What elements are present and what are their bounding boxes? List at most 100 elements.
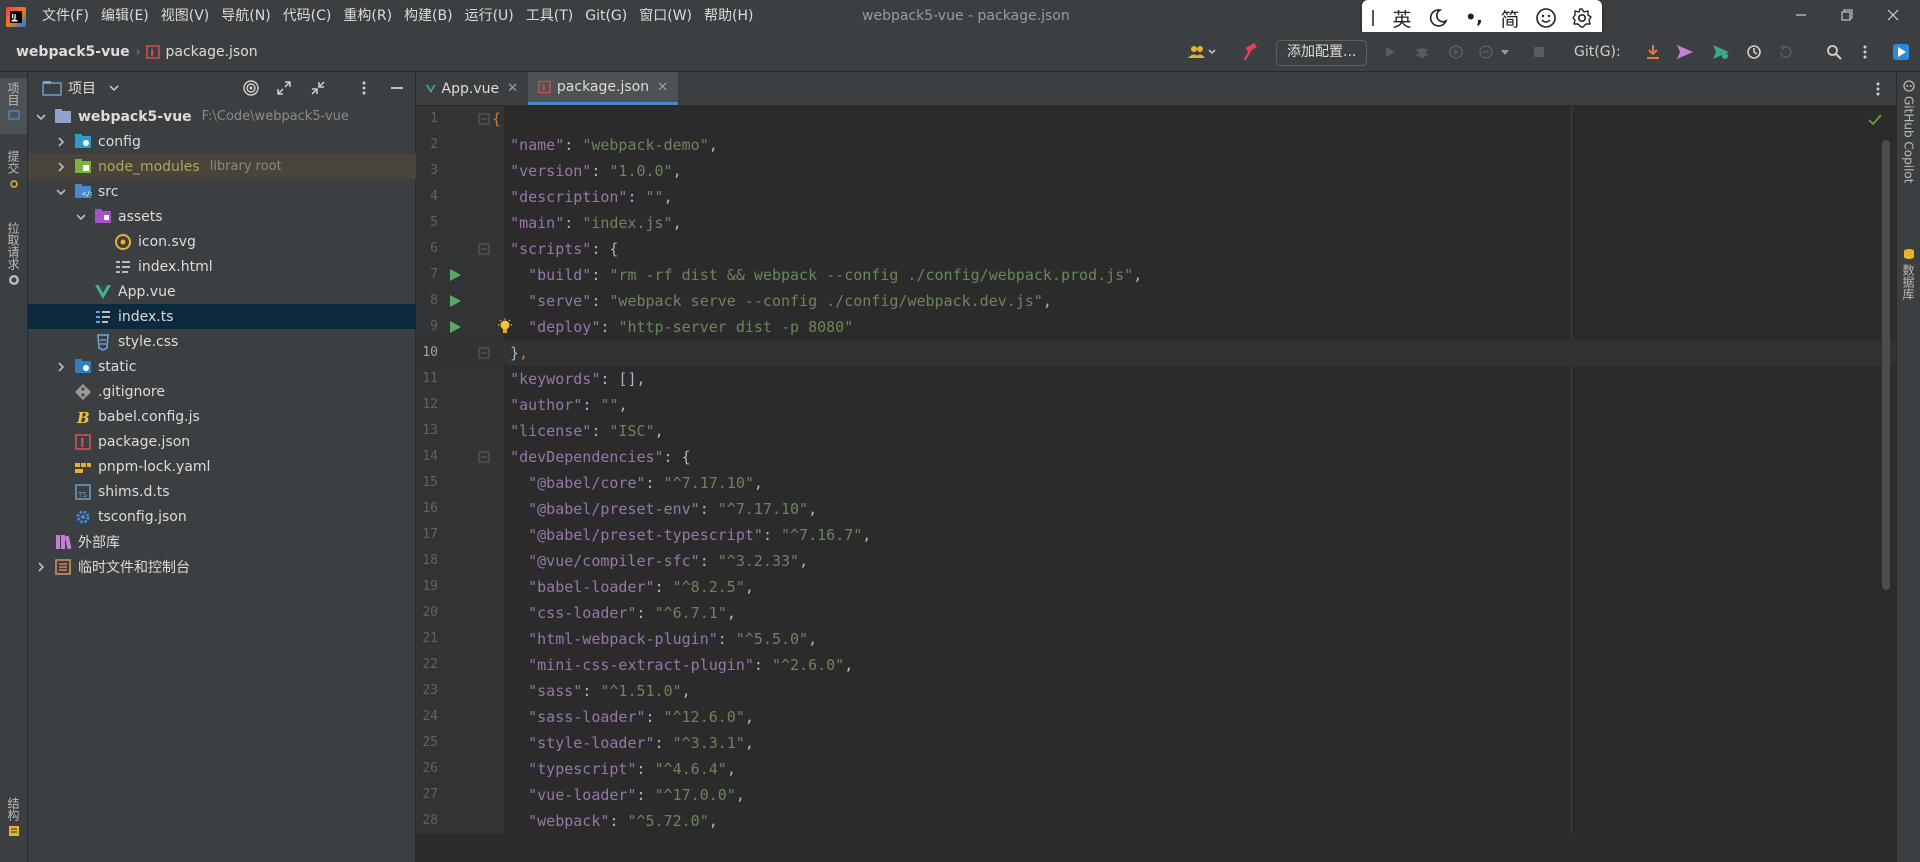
tree-item[interactable]: config	[28, 129, 441, 154]
menu-item[interactable]: 编辑(E)	[95, 0, 155, 32]
chevron-down-icon[interactable]	[108, 82, 120, 94]
code-line[interactable]: 3 "version": "1.0.0",	[416, 158, 1896, 184]
add-configuration-button[interactable]: 添加配置...	[1276, 40, 1368, 66]
tree-item[interactable]: style.css	[28, 329, 461, 354]
code-line[interactable]: 12 "author": "",	[416, 392, 1896, 418]
fold-marker-icon[interactable]	[478, 451, 490, 463]
menu-item[interactable]: 构建(B)	[398, 0, 459, 32]
restore-button[interactable]	[1824, 0, 1870, 30]
tab-app-vue[interactable]: App.vue ✕	[416, 72, 528, 105]
menu-item[interactable]: 视图(V)	[155, 0, 216, 32]
chevron-down-icon[interactable]	[34, 110, 48, 124]
collapse-all-icon[interactable]	[310, 80, 326, 96]
chevron-right-icon[interactable]	[54, 360, 68, 374]
pull-requests-tool-button[interactable]: 拉取请求	[0, 222, 27, 286]
fold-marker-icon[interactable]	[478, 113, 490, 125]
structure-tool-button[interactable]: 结构	[0, 797, 27, 837]
menu-item[interactable]: 工具(T)	[520, 0, 579, 32]
code-line[interactable]: 5 "main": "index.js",	[416, 210, 1896, 236]
code-line[interactable]: 24 "sass-loader": "^12.6.0",	[416, 704, 1896, 730]
profiler-dropdown-icon[interactable]	[1476, 32, 1514, 72]
minimize-button[interactable]	[1778, 0, 1824, 30]
code-line[interactable]: 26 "typescript": "^4.6.4",	[416, 756, 1896, 782]
git-rollback-icon[interactable]	[1774, 32, 1798, 72]
code-with-me-icon[interactable]	[1184, 32, 1220, 72]
code-line[interactable]: 15 "@babel/core": "^7.17.10",	[416, 470, 1896, 496]
copilot-tool-button[interactable]: GitHub Copilot	[1897, 80, 1920, 183]
run-icon[interactable]	[1378, 32, 1402, 72]
code-line[interactable]: 27 "vue-loader": "^17.0.0",	[416, 782, 1896, 808]
code-line[interactable]: 23 "sass": "^1.51.0",	[416, 678, 1896, 704]
menu-item[interactable]: 文件(F)	[36, 0, 95, 32]
ime-emoji-icon[interactable]	[1528, 0, 1564, 36]
menu-item[interactable]: 导航(N)	[215, 0, 276, 32]
tree-item[interactable]: tsconfig.json	[28, 504, 441, 529]
tab-package-json[interactable]: package.json ✕	[528, 72, 678, 105]
ime-moon-icon[interactable]	[1420, 0, 1456, 36]
code-line[interactable]: 17 "@babel/preset-typescript": "^7.16.7"…	[416, 522, 1896, 548]
menu-item[interactable]: 重构(R)	[337, 0, 398, 32]
code-line[interactable]: 8 "serve": "webpack serve --config ./con…	[416, 288, 1896, 314]
project-tool-button[interactable]: 项目	[0, 78, 27, 134]
database-tool-button[interactable]: 数据库	[1897, 248, 1920, 300]
run-script-icon[interactable]	[448, 294, 462, 308]
hide-panel-icon[interactable]	[390, 81, 404, 95]
tree-item[interactable]: assets	[28, 204, 461, 229]
code-line[interactable]: 9 "deploy": "http-server dist -p 8080"	[416, 314, 1896, 340]
menu-item[interactable]: 代码(C)	[277, 0, 338, 32]
code-line[interactable]: 10 },	[416, 340, 1896, 366]
build-hammer-icon[interactable]	[1238, 32, 1266, 72]
breadcrumb-project[interactable]: webpack5-vue	[16, 44, 130, 60]
code-line[interactable]: 16 "@babel/preset-env": "^7.17.10",	[416, 496, 1896, 522]
ime-script-toggle[interactable]: 简	[1492, 0, 1528, 36]
tree-item[interactable]: 临时文件和控制台	[28, 554, 421, 579]
menu-item[interactable]: Git(G)	[579, 0, 633, 32]
jetbrains-ai-icon[interactable]	[1888, 32, 1914, 72]
code-line[interactable]: 11 "keywords": [],	[416, 366, 1896, 392]
code-line[interactable]: 22 "mini-css-extract-plugin": "^2.6.0",	[416, 652, 1896, 678]
tree-item[interactable]: package.json	[28, 429, 441, 454]
ime-drag-handle[interactable]	[1362, 0, 1384, 36]
locate-file-icon[interactable]	[242, 79, 260, 97]
code-line[interactable]: 7 "build": "rm -rf dist && webpack --con…	[416, 262, 1896, 288]
tree-item[interactable]: index.html	[28, 254, 481, 279]
fold-marker-icon[interactable]	[478, 347, 490, 359]
tree-item[interactable]: App.vue	[28, 279, 461, 304]
chevron-right-icon[interactable]	[54, 135, 68, 149]
code-line[interactable]: 28 "webpack": "^5.72.0",	[416, 808, 1896, 834]
no-problems-check-icon[interactable]	[1868, 114, 1882, 126]
run-script-icon[interactable]	[448, 268, 462, 282]
run-script-icon[interactable]	[448, 320, 462, 334]
tree-item[interactable]: </> src	[28, 179, 441, 204]
tree-item[interactable]: index.ts	[28, 304, 461, 329]
expand-all-icon[interactable]	[276, 80, 292, 96]
code-line[interactable]: 1{	[416, 106, 1896, 132]
project-view-title[interactable]: 项目	[68, 78, 96, 98]
more-options-icon[interactable]	[1856, 32, 1874, 72]
search-icon[interactable]	[1822, 32, 1846, 72]
git-commit-icon[interactable]	[1708, 32, 1734, 72]
menu-item[interactable]: 窗口(W)	[633, 0, 698, 32]
breadcrumb-file[interactable]: package.json	[165, 44, 257, 60]
menu-item[interactable]: 运行(U)	[459, 0, 520, 32]
tree-item[interactable]: Bbabel.config.js	[28, 404, 441, 429]
ime-punctuation-toggle[interactable]: •,	[1456, 0, 1492, 36]
tree-item[interactable]: .gitignore	[28, 379, 441, 404]
chevron-down-icon[interactable]	[74, 210, 88, 224]
tree-item[interactable]: pnpm-lock.yaml	[28, 454, 441, 479]
code-line[interactable]: 2 "name": "webpack-demo",	[416, 132, 1896, 158]
tree-item[interactable]: TS shims.d.ts	[28, 479, 441, 504]
git-history-icon[interactable]	[1742, 32, 1766, 72]
code-line[interactable]: 19 "babel-loader": "^8.2.5",	[416, 574, 1896, 600]
tree-item[interactable]: 外部库	[28, 529, 421, 554]
tree-item[interactable]: node_modules library root	[28, 154, 441, 179]
code-line[interactable]: 14 "devDependencies": {	[416, 444, 1896, 470]
fold-marker-icon[interactable]	[478, 243, 490, 255]
tree-item[interactable]: webpack5-vue F:\Code\webpack5-vue	[28, 104, 421, 129]
code-line[interactable]: 21 "html-webpack-plugin": "^5.5.0",	[416, 626, 1896, 652]
debug-icon[interactable]	[1410, 32, 1434, 72]
chevron-right-icon[interactable]	[34, 560, 48, 574]
tab-options-icon[interactable]	[1876, 82, 1880, 96]
git-update-icon[interactable]	[1640, 32, 1666, 72]
tree-item[interactable]: static	[28, 354, 441, 379]
